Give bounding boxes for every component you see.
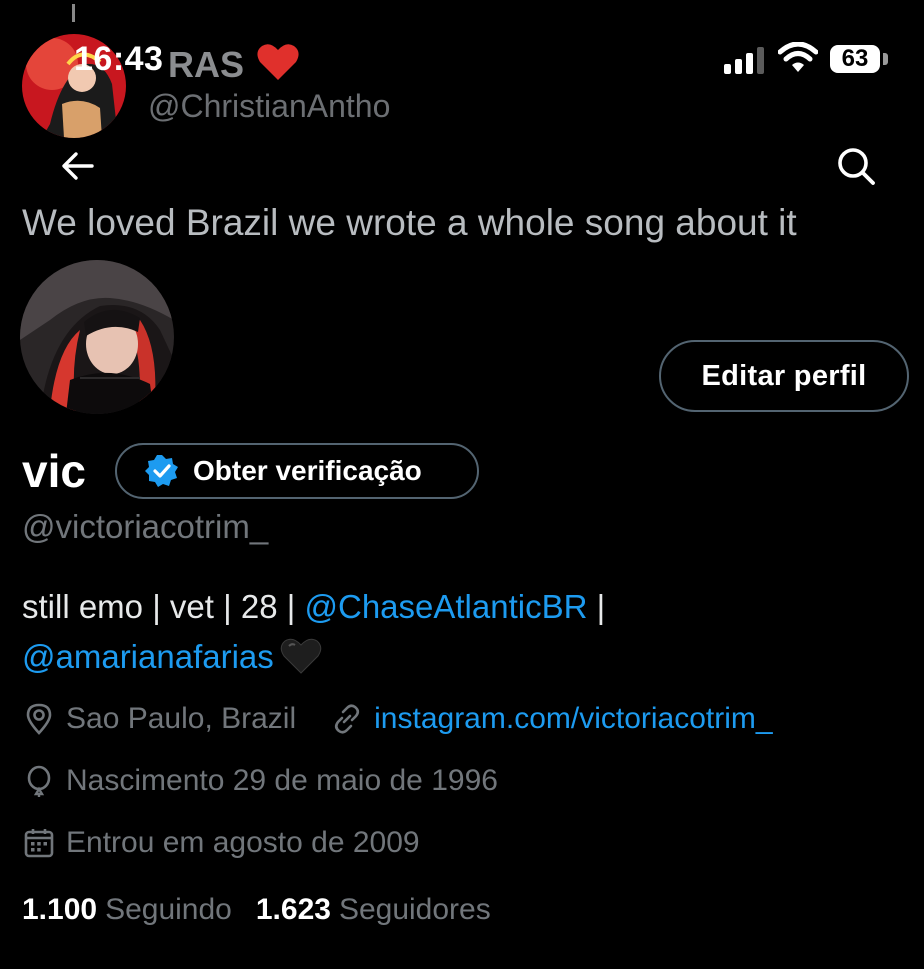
black-heart-icon (280, 638, 322, 674)
battery-level: 63 (841, 45, 869, 72)
balloon-icon (27, 765, 51, 797)
bio-mention-chaseatlantic[interactable]: @ChaseAtlanticBR (304, 588, 587, 625)
banner-author-handle: @ChristianAntho (148, 88, 391, 124)
wifi-icon (777, 41, 819, 74)
following-label: Seguindo (105, 893, 232, 926)
red-heart-icon (256, 42, 300, 82)
search-button[interactable] (834, 144, 878, 188)
link-icon (335, 704, 360, 734)
profile-handle: @victoriacotrim_ (22, 508, 269, 545)
profile-joined-date: Entrou em agosto de 2009 (66, 826, 420, 859)
battery-tip (883, 53, 888, 65)
profile-display-name: vic (22, 445, 86, 497)
profile-meta-row-birth: Nascimento 29 de maio de 1996 (22, 764, 498, 798)
banner-tweet-text: We loved Brazil we wrote a whole song ab… (22, 202, 797, 243)
location-pin-icon (26, 703, 52, 735)
profile-bio: still emo | vet | 28 | @ChaseAtlanticBR … (22, 588, 605, 626)
followers-link[interactable]: 1.623 Seguidores (256, 893, 491, 927)
profile-meta-row-joined: Entrou em agosto de 2009 (22, 826, 420, 860)
profile-avatar[interactable] (20, 260, 174, 414)
get-verified-label: Obter verificação (193, 455, 422, 486)
banner-author-name: RAS (168, 44, 245, 85)
status-time: 16:43 (74, 40, 164, 78)
follow-stats: 1.100 Seguindo 1.623 Seguidores (22, 893, 491, 927)
following-count: 1.100 (22, 893, 98, 926)
profile-birthdate: Nascimento 29 de maio de 1996 (66, 764, 498, 797)
signal-icon (722, 46, 768, 74)
followers-label: Seguidores (338, 893, 491, 926)
profile-bio-line2: @amarianafarias (22, 638, 322, 676)
top-edge-tick (72, 4, 75, 22)
battery-icon: 63 (830, 45, 880, 73)
back-button[interactable] (58, 146, 98, 186)
profile-website-link[interactable]: instagram.com/victoriacotrim_ (374, 702, 772, 736)
get-verified-button[interactable]: Obter verificação (115, 443, 479, 499)
bio-text: still emo | vet | 28 | (22, 588, 305, 625)
search-icon (838, 148, 875, 185)
followers-count: 1.623 (255, 893, 331, 926)
following-link[interactable]: 1.100 Seguindo (22, 893, 232, 927)
back-arrow-icon (62, 152, 94, 180)
profile-meta-row-location: Sao Paulo, Brazil instagram.com/victoria… (22, 702, 773, 736)
calendar-icon (24, 829, 54, 858)
bio-separator: | (587, 588, 606, 625)
edit-profile-button[interactable]: Editar perfil (659, 340, 909, 412)
bio-mention-amarianafarias[interactable]: @amarianafarias (22, 638, 274, 675)
profile-location: Sao Paulo, Brazil (66, 702, 297, 735)
verified-badge-icon (145, 455, 178, 487)
